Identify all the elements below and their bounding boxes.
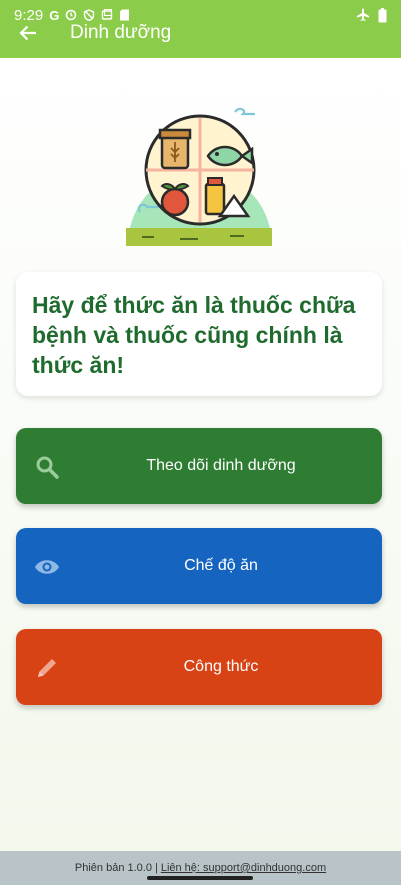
back-button[interactable]	[10, 18, 46, 48]
app-bar: 9:29 G Dinh dưỡng	[0, 0, 401, 58]
diet-label: Chế độ ăn	[184, 557, 258, 574]
home-indicator[interactable]	[147, 876, 253, 880]
nutrition-plate-illustration	[126, 107, 272, 246]
arrow-back-icon	[19, 25, 36, 41]
footer-separator: |	[154, 862, 158, 874]
recipes-button[interactable]: Công thức	[16, 629, 382, 705]
eye-icon	[34, 554, 60, 580]
footer-contact-link[interactable]: Liên hệ: support@dinhduong.com	[161, 862, 326, 874]
track-nutrition-button[interactable]: Theo dõi dinh dưỡng	[16, 428, 382, 504]
track-nutrition-label: Theo dõi dinh dưỡng	[146, 457, 296, 474]
footer-version: Phiên bản 1.0.0	[74, 862, 152, 874]
pencil-icon	[34, 655, 60, 681]
main-content: Hãy để thức ăn là thuốc chữa bệnh và thu…	[0, 58, 401, 851]
diet-button[interactable]: Chế độ ăn	[16, 528, 382, 604]
quote-card: Hãy để thức ăn là thuốc chữa bệnh và thu…	[16, 272, 382, 396]
recipes-label: Công thức	[183, 658, 259, 675]
app-bar-title: Dinh dưỡng	[70, 22, 172, 43]
quote-text: Hãy để thức ăn là thuốc chữa bệnh và thu…	[32, 292, 356, 378]
search-icon	[34, 454, 60, 480]
app-bar-row: Dinh dưỡng	[0, 18, 401, 48]
